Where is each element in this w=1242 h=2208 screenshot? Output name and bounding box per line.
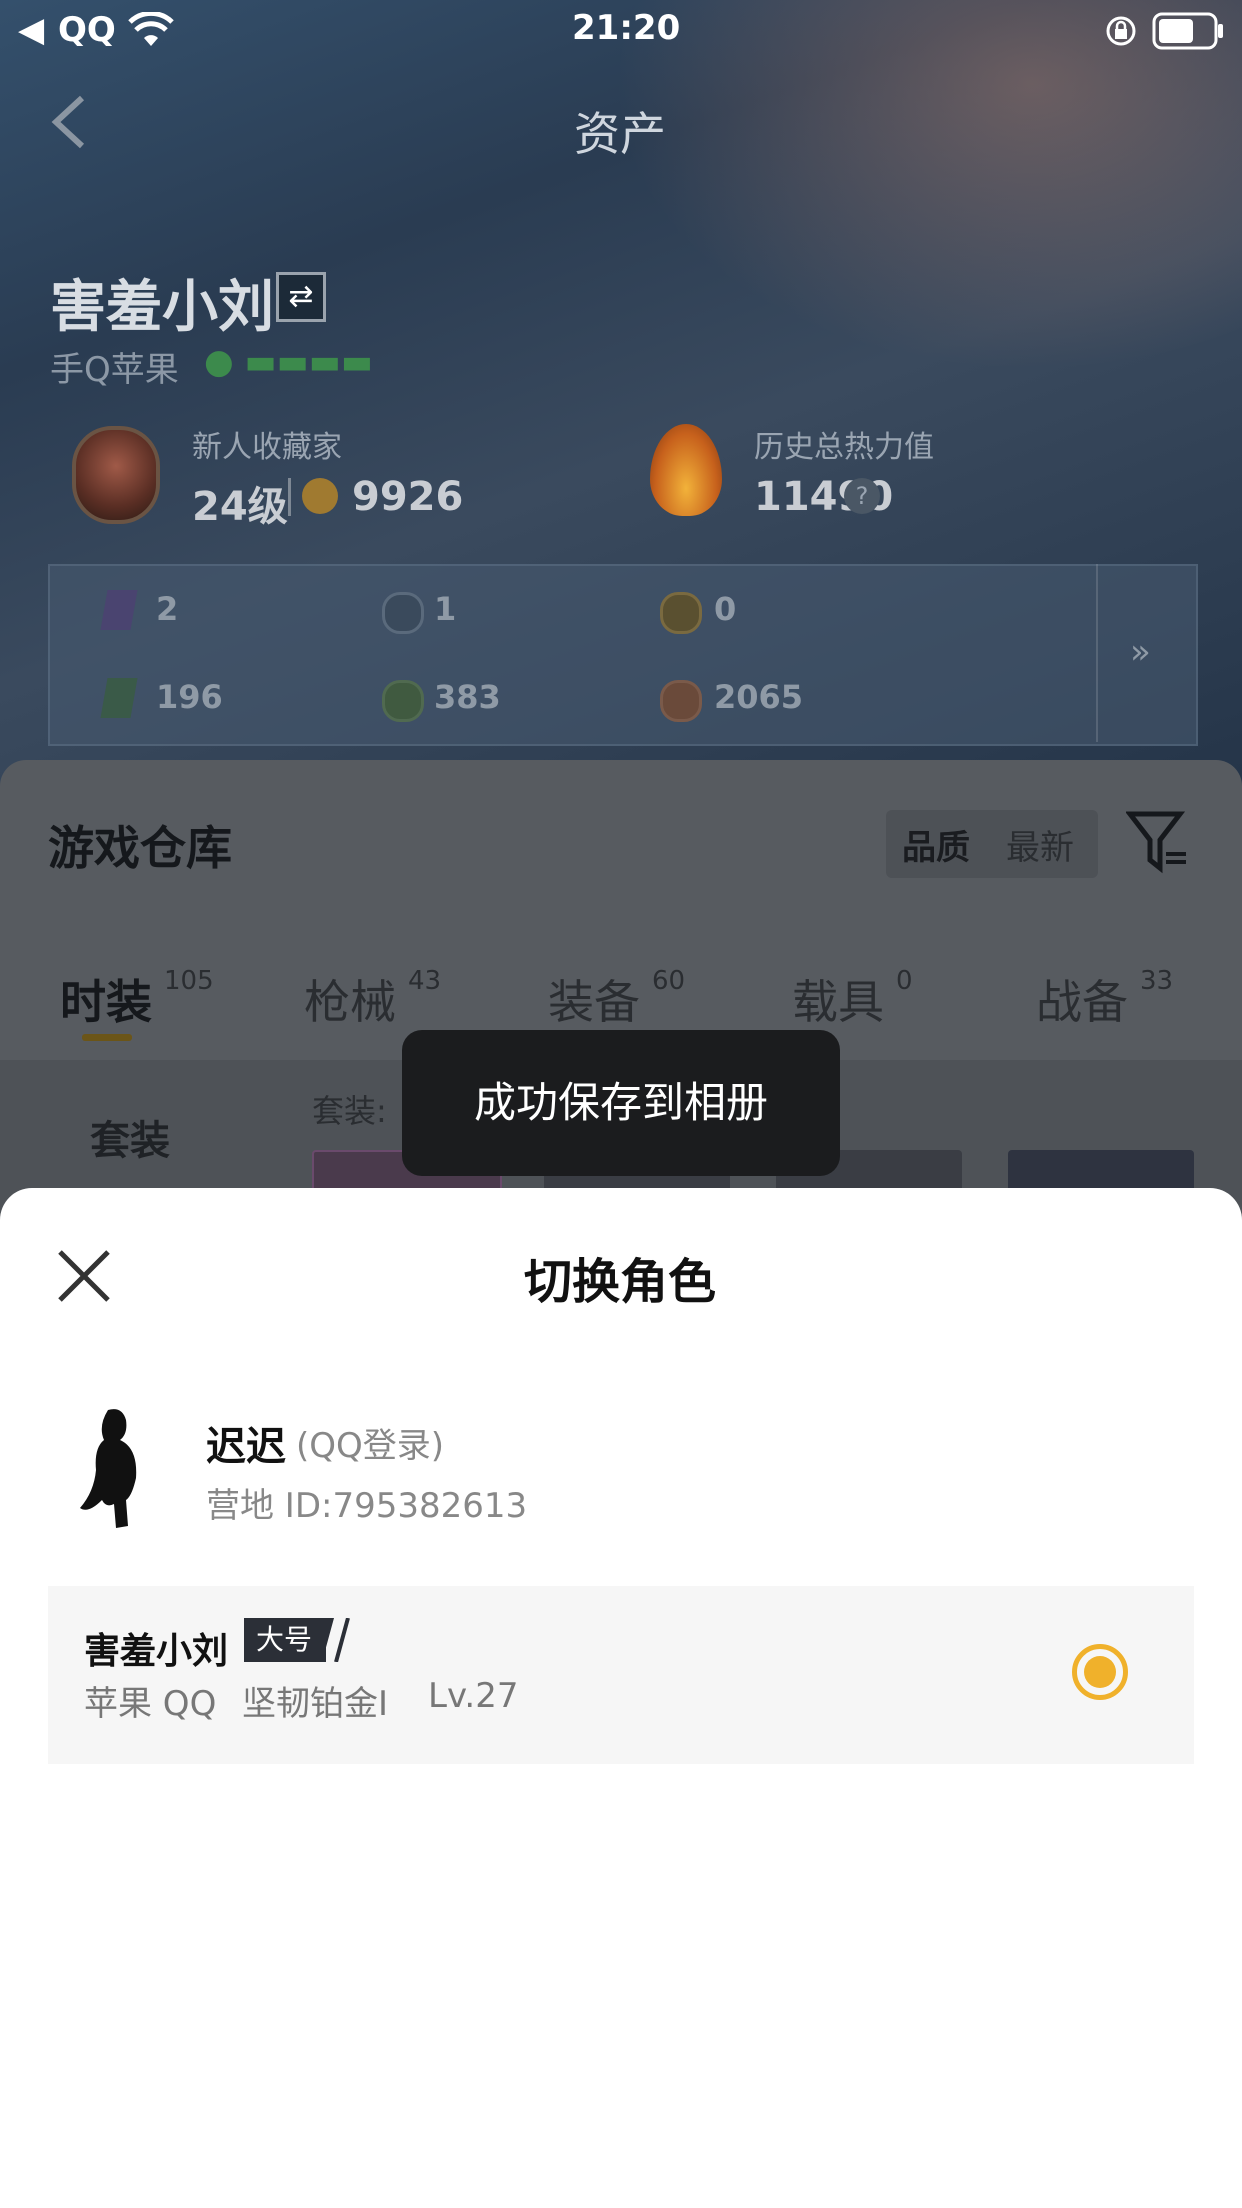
collector-points: 9926 [352, 474, 464, 520]
main-account-badge: 大号 [244, 1618, 327, 1662]
online-status-dot-icon: ● ▬▬▬▬ [204, 342, 373, 382]
sort-latest-button[interactable]: 最新 [1006, 820, 1074, 869]
active-tab-indicator [82, 1034, 132, 1041]
rotation-lock-icon [1106, 16, 1136, 46]
inventory-divider [1096, 564, 1098, 742]
sort-quality-button[interactable]: 品质 [902, 820, 970, 869]
swap-role-icon[interactable]: ⇄ [276, 272, 326, 322]
role-card[interactable] [48, 1586, 1194, 1764]
bronze-orb-icon [660, 680, 702, 722]
heat-label: 历史总热力值 [754, 430, 934, 465]
role-platform: 苹果 QQ [84, 1684, 217, 1724]
battery-icon [1152, 12, 1223, 50]
inventory-panel[interactable] [48, 564, 1198, 746]
tab-guns-count: 43 [408, 966, 442, 996]
status-back-app[interactable]: QQ [58, 10, 116, 50]
tab-guns[interactable]: 枪械 [304, 966, 396, 1032]
tab-vehicles-count: 0 [896, 966, 913, 996]
inventory-count: 2065 [714, 678, 804, 716]
tab-equipment[interactable]: 装备 [548, 966, 640, 1032]
filter-icon[interactable] [1126, 808, 1190, 874]
tab-supplies-count: 33 [1140, 966, 1174, 996]
radio-dot [1084, 1656, 1116, 1688]
wifi-icon [128, 12, 174, 46]
tab-supplies[interactable]: 战备 [1036, 966, 1128, 1032]
page-title: 资产 [574, 107, 666, 161]
back-chevron-icon[interactable] [48, 94, 88, 150]
profile-platform: 手Q苹果 [50, 350, 179, 390]
account-name: 迟迟 [206, 1424, 286, 1470]
login-type: (QQ登录) [296, 1426, 445, 1466]
sheet-title: 切换角色 [524, 1254, 717, 1310]
status-time: 21:20 [572, 8, 681, 48]
status-back-arrow-icon[interactable]: ◀ [18, 10, 44, 50]
tab-fashion-count: 105 [164, 966, 214, 996]
close-icon[interactable] [54, 1246, 114, 1306]
toast-text: 成功保存到相册 [473, 1078, 768, 1127]
collector-level: 24级 [192, 484, 288, 530]
stat-divider [288, 478, 291, 516]
suit-label: 套装: [312, 1092, 387, 1130]
tab-vehicles[interactable]: 载具 [792, 966, 884, 1032]
inventory-count: 196 [156, 678, 223, 716]
tab-equipment-count: 60 [652, 966, 686, 996]
role-level: Lv.27 [428, 1676, 519, 1716]
badge-slash-icon [318, 1618, 350, 1662]
side-category-suit[interactable]: 套装 [90, 1108, 170, 1166]
inventory-count: 0 [714, 590, 737, 628]
collector-label: 新人收藏家 [192, 430, 342, 465]
tab-fashion[interactable]: 时装 [60, 966, 152, 1032]
gold-token-icon [660, 592, 702, 634]
collector-medal-icon [72, 426, 160, 524]
blue-token-icon [382, 592, 424, 634]
inventory-more-icon[interactable]: » [1130, 632, 1151, 672]
toast: 成功保存到相册 [402, 1030, 840, 1176]
inventory-count: 1 [434, 590, 457, 628]
avatar [80, 1409, 137, 1528]
camp-id: 营地 ID:795382613 [206, 1486, 528, 1526]
role-rank: 坚韧铂金Ⅰ [242, 1684, 389, 1724]
role-name: 害羞小刘 [84, 1631, 229, 1672]
inventory-count: 2 [156, 590, 179, 628]
profile-name: 害羞小刘 [50, 275, 274, 340]
collector-coin-icon [302, 478, 338, 514]
green-orb-icon [382, 680, 424, 722]
heat-help-icon[interactable]: ? [844, 478, 880, 514]
warehouse-title: 游戏仓库 [48, 821, 232, 875]
inventory-count: 383 [434, 678, 501, 716]
